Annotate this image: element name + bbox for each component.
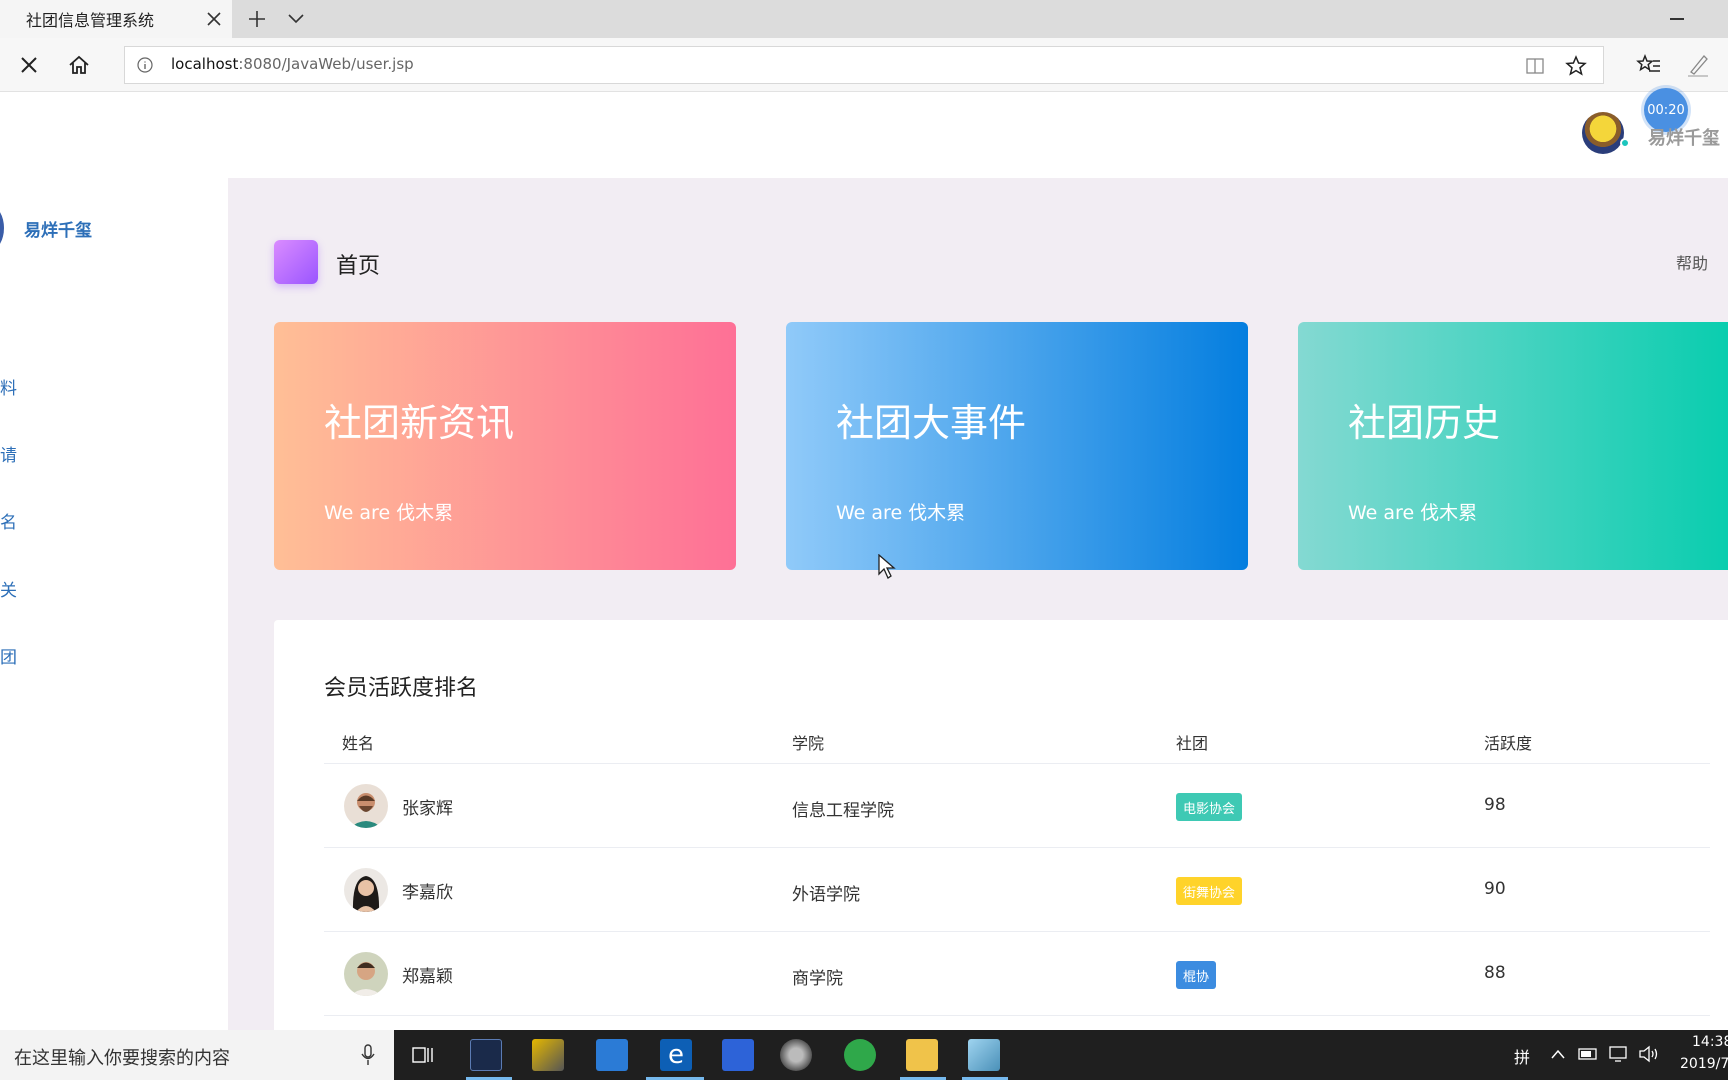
member-name: 李嘉欣 — [402, 883, 453, 903]
pen-notes-icon[interactable] — [1686, 52, 1710, 78]
sidebar-avatar — [0, 206, 4, 250]
table-title: 会员活跃度排名 — [324, 676, 479, 701]
tab-title: 社团信息管理系统 — [26, 11, 155, 30]
favorites-hub-icon[interactable] — [1636, 52, 1662, 78]
table-row[interactable]: 张家辉 信息工程学院 电影协会 98 — [324, 764, 1710, 848]
club-badge: 街舞协会 — [1176, 877, 1243, 905]
column-header-college: 学院 — [792, 734, 825, 753]
table-row[interactable]: 郑嘉颖 商学院 棍协 88 — [324, 932, 1710, 1016]
volume-icon[interactable] — [1638, 1045, 1660, 1063]
reading-view-icon[interactable] — [1525, 56, 1545, 76]
settings-gear-icon[interactable] — [780, 1039, 812, 1071]
wps-app-icon[interactable] — [722, 1039, 754, 1071]
url-text: localhost:8080/JavaWeb/user.jsp — [171, 55, 414, 73]
column-header-activity: 活跃度 — [1484, 734, 1533, 753]
close-tab-icon[interactable] — [204, 9, 224, 29]
card-subtitle: We are 伐木累 — [1348, 502, 1478, 524]
column-header-name: 姓名 — [342, 734, 375, 753]
tools-app-icon[interactable] — [532, 1039, 564, 1071]
card-title: 社团大事件 — [836, 401, 1027, 445]
sidebar: 易烊千玺 料 请 名 关 团 — [0, 92, 228, 1030]
chevron-down-icon[interactable] — [286, 10, 306, 28]
notepad-app-icon[interactable] — [968, 1039, 1000, 1071]
taskbar-search-box[interactable]: 在这里输入你要搜索的内容 — [0, 1030, 394, 1080]
column-header-club: 社团 — [1176, 734, 1209, 753]
card-club-events[interactable]: 社团大事件 We are 伐木累 — [786, 322, 1248, 570]
online-status-dot — [1620, 138, 1630, 148]
table-row[interactable]: 李嘉欣 外语学院 街舞协会 90 — [324, 848, 1710, 932]
chevron-up-icon[interactable] — [1550, 1048, 1566, 1060]
member-name: 张家辉 — [402, 799, 453, 819]
activity-score: 98 — [1484, 795, 1506, 815]
url-path: :8080/JavaWeb/user.jsp — [238, 55, 414, 73]
network-icon[interactable] — [1608, 1045, 1630, 1063]
window-app-icon[interactable] — [596, 1039, 628, 1071]
club-badge: 棍协 — [1176, 961, 1217, 989]
card-club-history[interactable]: 社团历史 We are 伐木累 — [1298, 322, 1728, 570]
clock-date[interactable]: 2019/7 — [1680, 1056, 1728, 1072]
ime-indicator[interactable]: 拼 — [1514, 1044, 1530, 1068]
page-content: 00:20 易烊千玺 易烊千玺 料 请 名 关 团 首页 帮助 社团新资讯 We… — [0, 88, 1728, 1050]
card-title: 社团新资讯 — [324, 401, 515, 445]
card-subtitle: We are 伐木累 — [324, 502, 454, 524]
windows-taskbar: 在这里输入你要搜索的内容 e 拼 14:38 2019/7 — [0, 1030, 1728, 1080]
browser-tab[interactable]: 社团信息管理系统 — [0, 0, 232, 38]
task-view-icon[interactable] — [412, 1044, 434, 1066]
mysql-app-icon[interactable] — [470, 1039, 502, 1071]
member-name: 郑嘉颖 — [402, 967, 453, 987]
favorite-star-icon[interactable] — [1565, 55, 1587, 77]
url-field[interactable]: localhost:8080/JavaWeb/user.jsp — [124, 46, 1604, 84]
table-header: 姓名 学院 社团 活跃度 — [324, 720, 1710, 764]
mouse-cursor-icon — [878, 554, 896, 579]
edge-browser-icon[interactable]: e — [660, 1039, 692, 1071]
user-avatar[interactable] — [1582, 112, 1624, 154]
address-bar-row: localhost:8080/JavaWeb/user.jsp — [0, 38, 1728, 92]
member-college: 外语学院 — [792, 885, 860, 905]
sidebar-username: 易烊千玺 — [24, 221, 92, 241]
activity-ranking-panel: 会员活跃度排名 姓名 学院 社团 活跃度 张家辉 信息工程学院 电影协会 98 — [274, 620, 1728, 1050]
page-title: 首页 — [336, 254, 381, 279]
stop-loading-icon[interactable] — [16, 52, 42, 78]
browser-tab-bar: 社团信息管理系统 — [0, 0, 1728, 38]
member-avatar — [344, 784, 388, 828]
help-link[interactable]: 帮助 — [1676, 250, 1708, 274]
member-college: 商学院 — [792, 969, 843, 989]
battery-icon[interactable] — [1578, 1046, 1600, 1062]
home-icon[interactable] — [66, 52, 92, 78]
new-tab-icon[interactable] — [246, 8, 268, 30]
card-subtitle: We are 伐木累 — [836, 502, 966, 524]
main-panel: 首页 帮助 社团新资讯 We are 伐木累 社团大事件 We are 伐木累 … — [228, 178, 1728, 1050]
clock-time[interactable]: 14:38 — [1692, 1034, 1728, 1050]
microphone-icon[interactable] — [360, 1043, 376, 1067]
member-avatar — [344, 868, 388, 912]
topbar-username[interactable]: 易烊千玺 — [1648, 124, 1720, 150]
info-icon[interactable] — [137, 57, 153, 73]
member-avatar — [344, 952, 388, 996]
minimize-window-icon[interactable] — [1670, 18, 1684, 20]
card-title: 社团历史 — [1348, 401, 1501, 445]
file-explorer-icon[interactable] — [906, 1039, 938, 1071]
sidebar-item-profile[interactable]: 料 — [0, 374, 17, 399]
sidebar-item-apply[interactable]: 请 — [0, 441, 17, 466]
browser-app-icon[interactable] — [844, 1039, 876, 1071]
activity-score: 90 — [1484, 879, 1506, 899]
sidebar-item-signup[interactable]: 名 — [0, 508, 17, 533]
taskbar-search-placeholder: 在这里输入你要搜索的内容 — [14, 1048, 230, 1069]
card-club-news[interactable]: 社团新资讯 We are 伐木累 — [274, 322, 736, 570]
sidebar-item-club[interactable]: 团 — [0, 643, 17, 668]
member-college: 信息工程学院 — [792, 801, 894, 821]
club-badge: 电影协会 — [1176, 793, 1243, 821]
sidebar-item-about[interactable]: 关 — [0, 576, 17, 601]
home-page-icon — [274, 240, 318, 284]
activity-score: 88 — [1484, 963, 1506, 983]
url-host: localhost — [171, 55, 239, 73]
